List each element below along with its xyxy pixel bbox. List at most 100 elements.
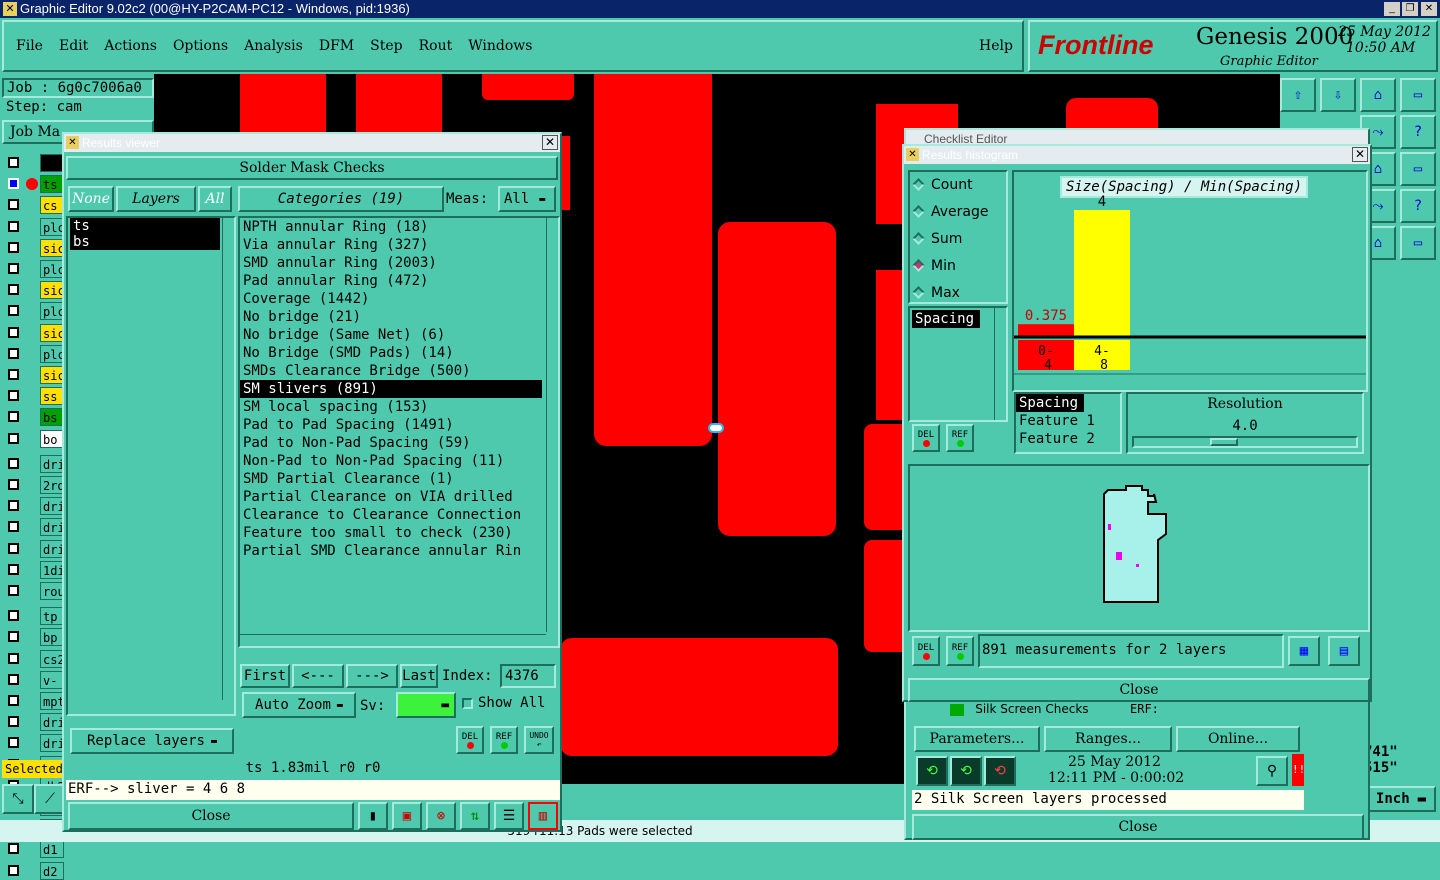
undo-button[interactable]: UNDO ↶ (524, 726, 554, 754)
dot-icon[interactable]: ▭ (1400, 152, 1436, 186)
scrollbar[interactable] (546, 218, 558, 632)
layer-checkbox[interactable] (8, 433, 19, 444)
param-item[interactable]: Feature 2 (1016, 430, 1120, 448)
layer-checkbox[interactable] (8, 610, 19, 621)
layer-row[interactable]: d2 (4, 862, 64, 880)
curve-icon[interactable]: ▭ (1400, 226, 1436, 260)
layer-row[interactable]: dri (4, 455, 64, 473)
layer-row[interactable]: cs2 (4, 650, 64, 668)
layer-checkbox[interactable] (8, 199, 19, 210)
layer-row[interactable]: ss (4, 387, 64, 405)
preview-del-button[interactable]: DEL (912, 636, 940, 666)
histogram-icon[interactable]: ▥ (528, 802, 558, 830)
mode-max[interactable]: Max (910, 280, 1006, 307)
show-all-checkbox[interactable] (462, 698, 473, 709)
layer-row[interactable]: bs (4, 408, 64, 426)
layer-checkbox[interactable] (8, 348, 19, 359)
prev-button[interactable]: <--- (292, 664, 344, 688)
layer-checkbox[interactable] (8, 500, 19, 511)
online-button[interactable]: Online... (1176, 726, 1300, 752)
layer-checkbox[interactable] (8, 716, 19, 727)
category-item[interactable]: Feature too small to check (230) (240, 524, 542, 542)
horizontal-scrollbar[interactable] (240, 634, 546, 646)
menu-actions[interactable]: Actions (104, 38, 157, 54)
layer-checkbox[interactable] (8, 585, 19, 596)
menu-dfm[interactable]: DFM (319, 38, 354, 54)
run-all-icon[interactable]: ⟲ (950, 756, 982, 786)
run-stop-icon[interactable]: ⟲ (984, 756, 1016, 786)
layer-checkbox[interactable] (8, 178, 19, 189)
layer-checkbox[interactable] (8, 390, 19, 401)
layer-checkbox[interactable] (8, 564, 19, 575)
layer-row[interactable]: v-c (4, 671, 64, 689)
minimize-button[interactable]: _ (1384, 2, 1400, 16)
units-selector[interactable]: Inch ▬ (1366, 786, 1436, 812)
layer-row[interactable]: plc (4, 345, 64, 363)
close-icon[interactable]: ✕ (542, 135, 558, 150)
layer-checkbox[interactable] (8, 157, 19, 168)
close-button[interactable]: ✕ (1421, 2, 1437, 16)
layer-row[interactable]: sic (4, 324, 64, 342)
menu-edit[interactable]: Edit (59, 38, 88, 54)
first-button[interactable]: First (240, 664, 290, 688)
del-button[interactable]: DEL (456, 726, 484, 754)
layer-checkbox[interactable] (8, 653, 19, 664)
histogram-close-button[interactable]: Close (908, 678, 1370, 702)
all-layers-button[interactable]: All (198, 186, 232, 212)
slider-thumb[interactable] (1210, 438, 1238, 446)
category-item[interactable]: Partial SMD Clearance annular Rin (240, 542, 542, 560)
layer-checkbox[interactable] (8, 843, 19, 854)
select-icon[interactable]: ▮ (358, 802, 388, 830)
layer-row[interactable]: dri (4, 518, 64, 536)
layer-row[interactable]: dri (4, 734, 64, 752)
layer-checkbox[interactable] (8, 411, 19, 422)
mode-sum[interactable]: Sum (910, 226, 1006, 253)
zoom-icon[interactable]: ⚲ (1256, 756, 1288, 786)
histogram-bar[interactable] (1074, 210, 1130, 336)
menu-options[interactable]: Options (173, 38, 228, 54)
category-item[interactable]: Pad to Pad Spacing (1491) (240, 416, 542, 434)
run-icon[interactable]: ⟲ (916, 756, 948, 786)
category-item[interactable]: SMD annular Ring (2003) (240, 254, 542, 272)
layer-checkbox[interactable] (8, 521, 19, 532)
hist-ref-button[interactable]: REF (946, 424, 974, 452)
category-item[interactable]: Clearance to Clearance Connection (240, 506, 542, 524)
category-item[interactable]: SM local spacing (153) (240, 398, 542, 416)
scrollbar[interactable] (222, 218, 234, 700)
scrollbar[interactable] (994, 308, 1006, 420)
histogram-bar[interactable] (1018, 324, 1074, 336)
layer-row[interactable]: dri (4, 713, 64, 731)
layer-row[interactable]: d1 (4, 840, 64, 858)
help-menu[interactable]: Help (979, 38, 1013, 54)
report-icon[interactable]: ▣ (392, 802, 422, 830)
menu-file[interactable]: File (16, 38, 43, 54)
mode-count[interactable]: Count (910, 172, 1006, 199)
index-input[interactable]: 4376 (500, 664, 556, 688)
component-icon[interactable]: ? (1400, 189, 1436, 223)
sort-icon[interactable]: ⇅ (460, 802, 490, 830)
panel-icon[interactable]: ▭ (1400, 78, 1436, 112)
layer-row[interactable]: 1di (4, 561, 64, 579)
layer-row[interactable]: cs (4, 196, 64, 214)
next-button[interactable]: ---> (346, 664, 398, 688)
zoom-area-icon[interactable]: ⤡ (2, 784, 34, 814)
checklist-row[interactable]: Silk Screen Checks ERF: (914, 702, 1364, 722)
layer-checkbox[interactable] (8, 369, 19, 380)
menu-rout[interactable]: Rout (419, 38, 453, 54)
category-item[interactable]: Partial Clearance on VIA drilled (240, 488, 542, 506)
menu-windows[interactable]: Windows (468, 38, 532, 54)
layout-icon[interactable]: ▤ (1328, 636, 1360, 666)
layer-list-item[interactable]: bs (70, 234, 220, 250)
layer-row[interactable]: plc (4, 218, 64, 236)
layer-row[interactable]: 2rd (4, 476, 64, 494)
home-down-icon[interactable]: ⇩ (1320, 78, 1356, 112)
layer-row[interactable]: ts (4, 175, 64, 193)
parameters-button[interactable]: Parameters... (914, 726, 1040, 752)
layer-checkbox[interactable] (8, 327, 19, 338)
category-item[interactable]: SMDs Clearance Bridge (500) (240, 362, 542, 380)
category-item[interactable]: No bridge (21) (240, 308, 542, 326)
category-item[interactable]: NPTH annular Ring (18) (240, 218, 542, 236)
layer-row[interactable]: sic (4, 239, 64, 257)
maximize-button[interactable]: ❐ (1402, 2, 1418, 16)
none-button[interactable]: None (68, 186, 114, 212)
